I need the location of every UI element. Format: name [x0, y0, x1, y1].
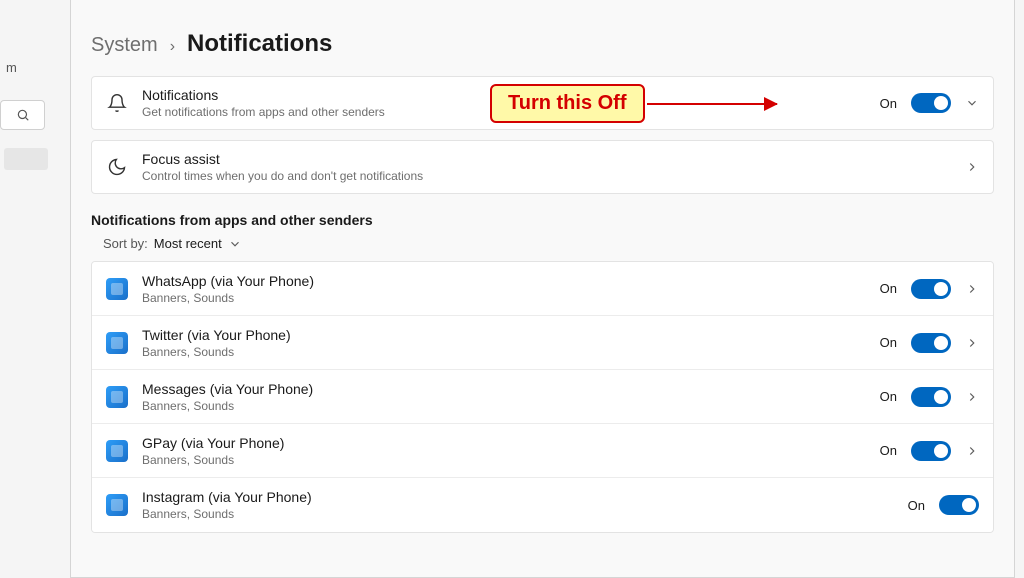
chevron-right-icon[interactable] — [965, 444, 979, 458]
app-toggle[interactable] — [911, 333, 951, 353]
app-icon — [106, 278, 128, 300]
app-row[interactable]: GPay (via Your Phone) Banners, Sounds On — [92, 424, 993, 478]
notifications-state-label: On — [880, 96, 897, 111]
focus-assist-subtitle: Control times when you do and don't get … — [142, 169, 951, 183]
app-icon — [106, 440, 128, 462]
app-icon — [106, 494, 128, 516]
app-icon — [106, 332, 128, 354]
app-name: Twitter (via Your Phone) — [142, 327, 866, 343]
apps-section-header: Notifications from apps and other sender… — [91, 212, 994, 228]
chevron-right-icon[interactable] — [965, 336, 979, 350]
app-state-label: On — [908, 498, 925, 513]
app-state-label: On — [880, 443, 897, 458]
app-name: Messages (via Your Phone) — [142, 381, 866, 397]
app-subtitle: Banners, Sounds — [142, 453, 866, 467]
focus-assist-row[interactable]: Focus assist Control times when you do a… — [91, 140, 994, 194]
chevron-right-icon[interactable] — [965, 160, 979, 174]
search-icon — [16, 108, 30, 122]
moon-icon — [106, 156, 128, 178]
breadcrumb: System › Notifications — [71, 30, 1014, 76]
notifications-toggle[interactable] — [911, 93, 951, 113]
app-subtitle: Banners, Sounds — [142, 507, 894, 521]
app-notification-list: WhatsApp (via Your Phone) Banners, Sound… — [91, 261, 994, 533]
app-name: Instagram (via Your Phone) — [142, 489, 894, 505]
app-subtitle: Banners, Sounds — [142, 399, 866, 413]
arrow-icon — [647, 103, 777, 105]
app-toggle[interactable] — [939, 495, 979, 515]
nav-item-selected[interactable] — [4, 148, 48, 170]
annotation-callout: Turn this Off — [490, 84, 777, 123]
app-row[interactable]: WhatsApp (via Your Phone) Banners, Sound… — [92, 262, 993, 316]
chevron-right-icon[interactable] — [965, 282, 979, 296]
bell-icon — [106, 92, 128, 114]
focus-assist-title: Focus assist — [142, 151, 951, 167]
sort-by-selector[interactable]: Sort by: Most recent — [103, 236, 994, 251]
sort-label: Sort by: — [103, 236, 148, 251]
app-state-label: On — [880, 281, 897, 296]
app-name: GPay (via Your Phone) — [142, 435, 866, 451]
chevron-down-icon[interactable] — [965, 96, 979, 110]
app-state-label: On — [880, 389, 897, 404]
app-subtitle: Banners, Sounds — [142, 291, 866, 305]
app-icon — [106, 386, 128, 408]
app-state-label: On — [880, 335, 897, 350]
app-toggle[interactable] — [911, 441, 951, 461]
chevron-right-icon[interactable] — [965, 390, 979, 404]
search-input[interactable] — [0, 100, 45, 130]
chevron-down-icon — [228, 237, 242, 251]
app-row[interactable]: Instagram (via Your Phone) Banners, Soun… — [92, 478, 993, 532]
chevron-right-icon: › — [170, 38, 175, 56]
app-row[interactable]: Messages (via Your Phone) Banners, Sound… — [92, 370, 993, 424]
breadcrumb-parent[interactable]: System — [91, 34, 158, 57]
truncated-nav-text: m — [6, 60, 17, 75]
annotation-text: Turn this Off — [490, 84, 645, 123]
sort-value: Most recent — [154, 236, 222, 251]
page-title: Notifications — [187, 30, 332, 58]
app-row[interactable]: Twitter (via Your Phone) Banners, Sounds… — [92, 316, 993, 370]
app-toggle[interactable] — [911, 279, 951, 299]
app-name: WhatsApp (via Your Phone) — [142, 273, 866, 289]
app-toggle[interactable] — [911, 387, 951, 407]
app-subtitle: Banners, Sounds — [142, 345, 866, 359]
